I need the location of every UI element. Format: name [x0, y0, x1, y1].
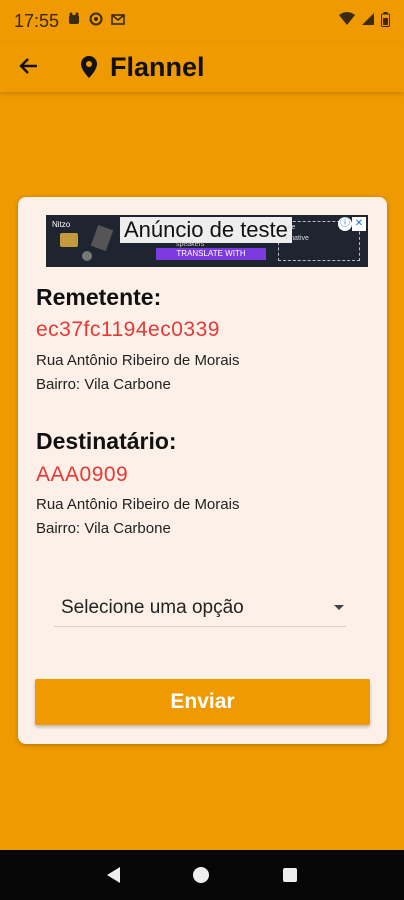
arrow-left-icon [18, 53, 38, 81]
ad-graphic [82, 251, 92, 261]
sender-heading: Remetente: [36, 284, 162, 310]
sender-district: Bairro: Vila Carbone [36, 376, 171, 393]
location-pin-icon [78, 52, 100, 82]
shipment-card: Nitzo Anúncio de teste ine r native spea… [18, 197, 387, 744]
ad-label: Anúncio de teste [124, 217, 288, 242]
ad-graphic [60, 233, 78, 247]
sender-street: Rua Antônio Ribeiro de Morais [36, 352, 240, 369]
recipient-code: AAA0909 [36, 463, 129, 486]
nav-back-icon[interactable] [106, 867, 120, 883]
ad-small-text: ine [286, 224, 296, 231]
ad-small-text: speakers [176, 241, 205, 248]
notification-icon [67, 12, 81, 30]
ad-label-box: Anúncio de teste [120, 217, 292, 243]
ad-small-text: r native [286, 235, 309, 242]
status-time: 17:55 [14, 10, 60, 31]
back-button[interactable] [0, 42, 56, 92]
close-icon[interactable]: ✕ [352, 217, 366, 231]
select-value: Selecione uma opção [61, 596, 244, 618]
battery-icon [381, 11, 390, 31]
recipient-street: Rua Antônio Ribeiro de Morais [36, 496, 240, 513]
ad-graphic [90, 224, 114, 252]
wifi-icon [339, 12, 355, 30]
dropdown-arrow-icon [334, 605, 344, 610]
ad-banner[interactable]: Nitzo Anúncio de teste ine r native spea… [46, 215, 368, 267]
status-left: 17:55 [14, 11, 125, 32]
status-bar: 17:55 [0, 0, 404, 42]
send-button[interactable]: Enviar [35, 679, 370, 725]
mail-icon [111, 12, 125, 30]
recipient-district: Bairro: Vila Carbone [36, 520, 171, 537]
nav-recents-icon[interactable] [283, 868, 298, 882]
nav-home-icon[interactable] [193, 867, 210, 883]
sender-code: ec37fc1194ec0339 [36, 318, 220, 341]
nut-icon [89, 12, 103, 30]
app-bar: Flannel [0, 42, 404, 92]
navigation-bar [0, 850, 404, 900]
info-icon[interactable]: ⓘ [338, 217, 352, 231]
signal-4g-icon [361, 12, 375, 30]
option-select[interactable]: Selecione uma opção [54, 589, 346, 627]
status-right [339, 11, 390, 31]
ad-cta-button[interactable]: TRANSLATE WITH [156, 248, 266, 260]
recipient-heading: Destinatário: [36, 428, 177, 454]
page-title: Flannel [110, 51, 205, 82]
ad-brand: Nitzo [52, 220, 71, 229]
